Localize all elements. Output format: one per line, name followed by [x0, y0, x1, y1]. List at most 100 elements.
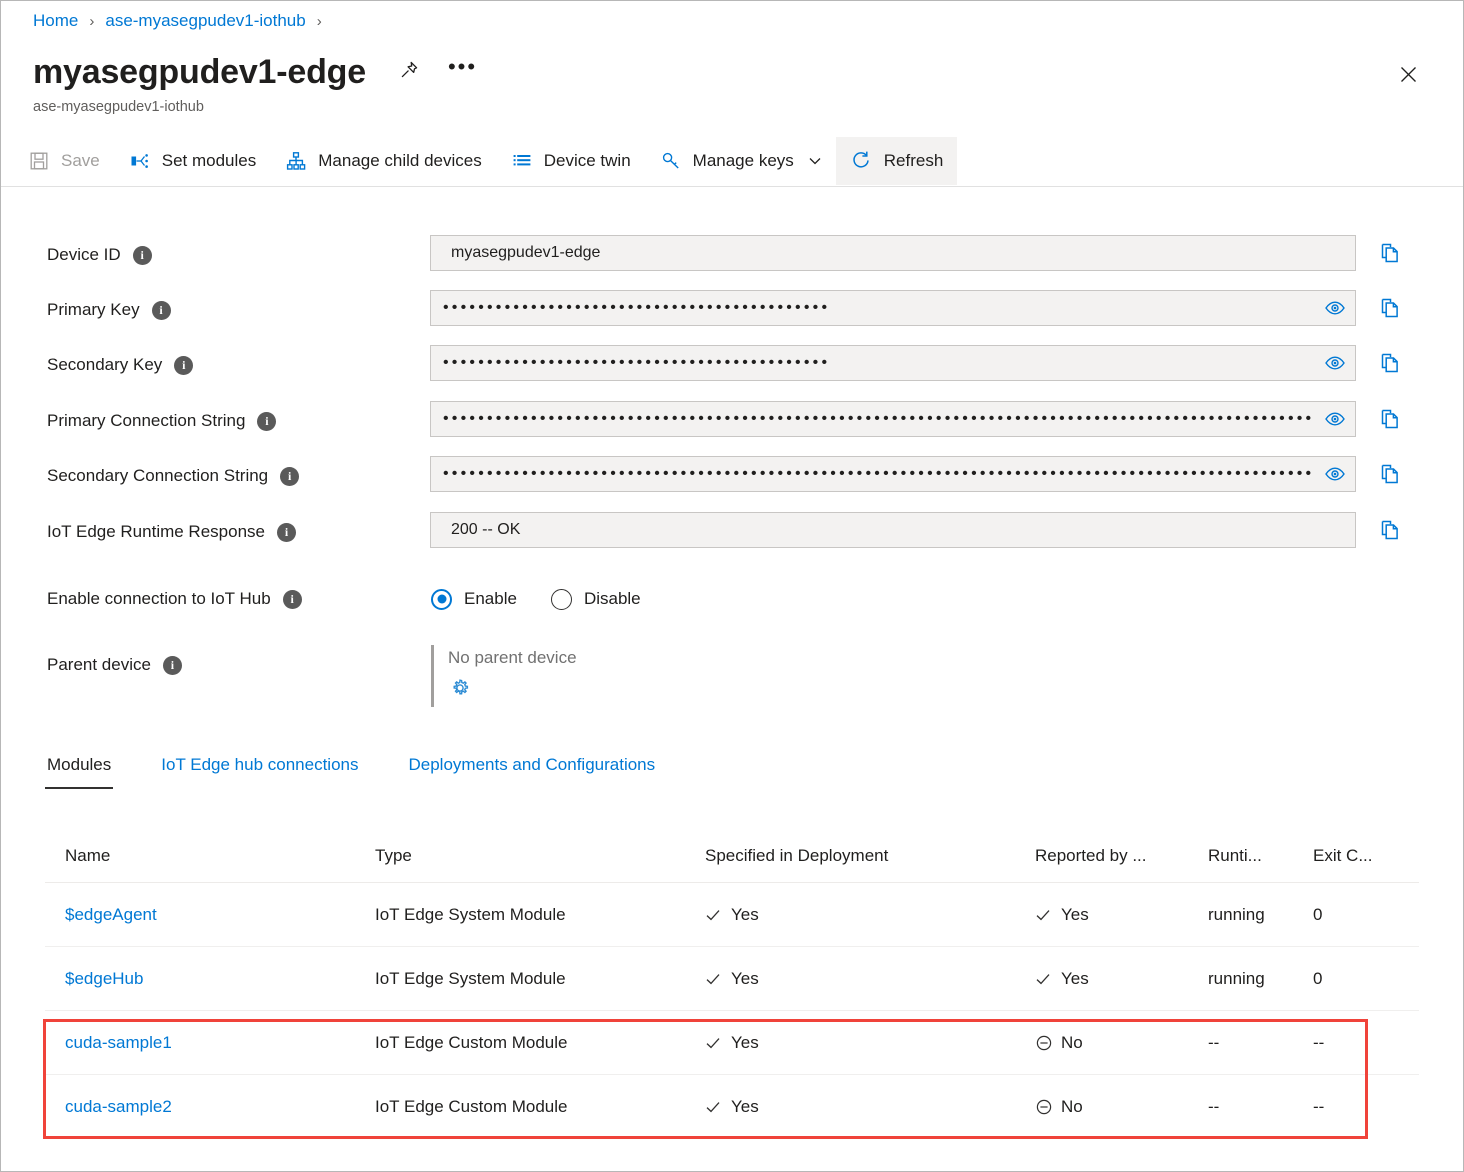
module-runtime-status: -- — [1208, 1032, 1220, 1052]
module-type: IoT Edge Custom Module — [375, 1032, 568, 1052]
secondary-connection-string-label-group: Secondary Connection String i — [47, 456, 300, 496]
manage-keys-button[interactable]: Manage keys — [645, 137, 836, 185]
page-title: myasegpudev1-edge — [33, 53, 366, 91]
field-row-enable-connection: Enable connection to IoT Hub i Enable Di… — [1, 579, 1463, 619]
primary-key-field[interactable]: ••••••••••••••••••••••••••••••••••••••••… — [430, 290, 1356, 326]
module-exit-code: 0 — [1313, 904, 1323, 924]
module-specified-value: Yes — [731, 904, 759, 924]
close-icon[interactable] — [1391, 57, 1425, 91]
runtime-response-field[interactable]: 200 -- OK — [430, 512, 1356, 548]
set-modules-label: Set modules — [161, 150, 257, 170]
tab-deployments-and-configurations[interactable]: Deployments and Configurations — [406, 749, 657, 787]
manage-child-devices-label: Manage child devices — [318, 150, 482, 170]
copy-icon[interactable] — [1376, 349, 1404, 377]
secondary-key-label-group: Secondary Key i — [47, 345, 194, 385]
module-name-link[interactable]: cuda-sample2 — [45, 1097, 375, 1117]
module-reported-value: No — [1061, 1097, 1083, 1116]
set-modules-button[interactable]: Set modules — [114, 137, 271, 185]
key-icon — [659, 151, 683, 171]
module-name-link[interactable]: cuda-sample1 — [45, 1033, 375, 1053]
table-row[interactable]: cuda-sample1 IoT Edge Custom Module Yes — [45, 1011, 1419, 1075]
secondary-connection-string-field[interactable]: ••••••••••••••••••••••••••••••••••••••••… — [430, 456, 1356, 492]
column-header-name[interactable]: Name — [45, 846, 375, 866]
enable-connection-label-group: Enable connection to IoT Hub i — [47, 579, 302, 619]
module-specified-value: Yes — [731, 1032, 759, 1052]
show-value-icon[interactable] — [1315, 291, 1355, 325]
info-icon[interactable]: i — [151, 300, 171, 320]
column-header-specified-in-deployment[interactable]: Specified in Deployment — [705, 846, 1035, 866]
radio-enable[interactable]: Enable — [431, 588, 517, 610]
column-header-exit-code[interactable]: Exit C... — [1313, 846, 1413, 866]
save-label: Save — [61, 150, 100, 170]
show-value-icon[interactable] — [1315, 457, 1355, 491]
info-icon[interactable]: i — [276, 522, 296, 542]
table-header-row: Name Type Specified in Deployment Report… — [45, 829, 1419, 883]
radio-circle-disable — [550, 588, 572, 610]
field-row-primary-connection-string: Primary Connection String i ••••••••••••… — [1, 401, 1463, 441]
device-id-field[interactable]: myasegpudev1-edge — [430, 235, 1356, 271]
pin-icon[interactable] — [398, 59, 420, 86]
modules-table: Name Type Specified in Deployment Report… — [45, 829, 1419, 1139]
title-row: myasegpudev1-edge ••• — [33, 51, 477, 93]
column-header-runtime-status[interactable]: Runti... — [1208, 846, 1313, 866]
breadcrumb-item-iothub[interactable]: ase-myasegpudev1-iothub — [105, 11, 305, 31]
enable-connection-radio-group: Enable Disable — [431, 579, 675, 619]
radio-disable[interactable]: Disable — [550, 588, 641, 610]
module-exit-code: -- — [1313, 1032, 1325, 1052]
show-value-icon[interactable] — [1315, 346, 1355, 380]
copy-icon[interactable] — [1376, 460, 1404, 488]
info-icon[interactable]: i — [257, 411, 277, 431]
tab-modules[interactable]: Modules — [45, 749, 114, 789]
info-icon[interactable]: i — [132, 245, 152, 265]
module-name-link[interactable]: $edgeHub — [45, 969, 375, 989]
field-row-runtime-response: IoT Edge Runtime Response i 200 -- OK — [1, 512, 1463, 552]
info-icon[interactable]: i — [280, 466, 300, 486]
column-header-type[interactable]: Type — [375, 846, 705, 866]
module-specified-cell: Yes — [705, 969, 1035, 989]
radio-circle-enable — [431, 588, 452, 610]
table-row[interactable]: $edgeHub IoT Edge System Module Yes Yes — [45, 947, 1419, 1011]
copy-icon[interactable] — [1376, 239, 1404, 267]
device-twin-button[interactable]: Device twin — [496, 137, 645, 185]
manage-child-devices-button[interactable]: Manage child devices — [270, 137, 495, 185]
table-row[interactable]: cuda-sample2 IoT Edge Custom Module Yes — [45, 1075, 1419, 1139]
refresh-button[interactable]: Refresh — [835, 136, 958, 185]
copy-icon[interactable] — [1376, 516, 1404, 544]
module-reported-cell: No — [1035, 1033, 1208, 1053]
show-value-icon[interactable] — [1315, 402, 1355, 436]
gear-icon[interactable] — [448, 675, 474, 701]
more-options-button[interactable]: ••• — [448, 56, 477, 82]
module-reported-cell: Yes — [1035, 905, 1208, 925]
check-icon — [1035, 971, 1061, 987]
device-id-value: myasegpudev1-edge — [451, 244, 601, 261]
module-specified-cell: Yes — [705, 1033, 1035, 1053]
field-row-secondary-key: Secondary Key i ••••••••••••••••••••••••… — [1, 345, 1463, 385]
breadcrumb-separator: › — [89, 12, 95, 30]
secondary-key-field[interactable]: ••••••••••••••••••••••••••••••••••••••••… — [430, 345, 1356, 381]
field-row-device-id: Device ID i myasegpudev1-edge — [1, 235, 1463, 275]
device-id-label: Device ID — [47, 245, 121, 264]
copy-icon[interactable] — [1376, 294, 1404, 322]
info-icon[interactable]: i — [282, 589, 302, 609]
info-icon[interactable]: i — [162, 655, 182, 675]
check-icon — [705, 1099, 731, 1115]
column-header-reported-by[interactable]: Reported by ... — [1035, 846, 1208, 866]
radio-disable-label: Disable — [583, 589, 641, 608]
field-row-parent-device: Parent device i No parent device — [1, 645, 1463, 715]
save-button[interactable]: Save — [13, 137, 114, 185]
primary-key-value: ••••••••••••••••••••••••••••••••••••••••… — [443, 299, 831, 316]
sitemap-icon — [284, 151, 308, 171]
manage-keys-label: Manage keys — [692, 150, 794, 170]
module-name-link[interactable]: $edgeAgent — [45, 905, 375, 925]
module-specified-value: Yes — [731, 1097, 759, 1116]
copy-icon[interactable] — [1376, 405, 1404, 433]
primary-connection-string-field[interactable]: ••••••••••••••••••••••••••••••••••••••••… — [430, 401, 1356, 437]
table-row[interactable]: $edgeAgent IoT Edge System Module Yes Ye… — [45, 883, 1419, 947]
refresh-icon — [850, 150, 874, 171]
breadcrumb-item-home[interactable]: Home — [33, 11, 78, 31]
parent-device-label-group: Parent device i — [47, 645, 182, 685]
module-reported-cell: No — [1035, 1097, 1208, 1117]
circle-minus-icon — [1035, 1034, 1061, 1052]
info-icon[interactable]: i — [174, 355, 194, 375]
tab-iot-edge-hub-connections[interactable]: IoT Edge hub connections — [159, 749, 360, 787]
